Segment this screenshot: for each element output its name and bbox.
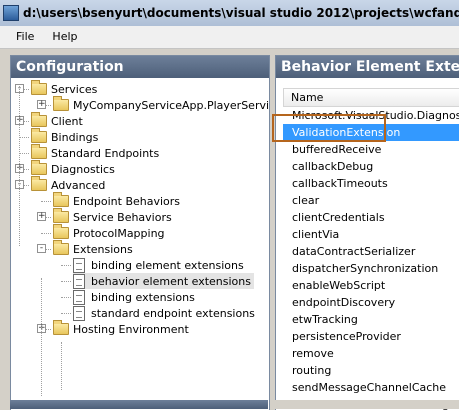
tree-connector	[41, 201, 51, 202]
tree-node-label: Endpoint Behaviors	[73, 194, 181, 208]
folder-icon	[53, 208, 69, 223]
tree-guide-line	[61, 342, 62, 390]
tree-node-label: Advanced	[51, 178, 106, 192]
folder-icon	[31, 112, 47, 127]
folder-icon	[53, 224, 69, 239]
document-icon	[73, 289, 85, 305]
document-icon	[73, 305, 85, 321]
tree-node-label: Hosting Environment	[73, 322, 189, 336]
tree-node[interactable]: + Service Behaviors	[11, 208, 267, 225]
tree-node[interactable]: binding extensions	[11, 289, 267, 305]
menu-file[interactable]: File	[0, 26, 43, 48]
extension-list-item[interactable]: bufferedReceive	[283, 141, 459, 158]
extension-list-item[interactable]: endpointDiscovery	[283, 294, 459, 311]
folder-icon	[31, 80, 47, 95]
tree-node-label: Client	[51, 114, 83, 128]
extension-list-item[interactable]: clientCredentials	[283, 209, 459, 226]
tree-node-label: MyCompanyServiceApp.PlayerService	[73, 98, 269, 112]
menu-help[interactable]: Help	[43, 26, 86, 48]
configuration-tree[interactable]: - Services + MyCompanyServiceApp.PlayerServ…	[11, 78, 269, 398]
tasks-panel-header-edge	[10, 400, 268, 409]
extension-list-item[interactable]: enableWebScript	[283, 277, 459, 294]
tree-node-label: Service Behaviors	[73, 210, 172, 224]
extension-list-item[interactable]: clear	[283, 192, 459, 209]
extension-list-item[interactable]: clientVia	[283, 226, 459, 243]
tree-node[interactable]: behavior element extensions	[11, 273, 267, 289]
extensions-header: Behavior Element Extens	[276, 56, 459, 78]
tree-node[interactable]: Bindings	[11, 128, 267, 145]
tree-node-label: standard endpoint extensions	[91, 306, 255, 320]
tree-node-label: Extensions	[73, 242, 133, 256]
folder-icon	[31, 128, 47, 143]
document-icon	[73, 257, 85, 273]
folder-icon	[31, 144, 47, 159]
tree-connector	[61, 265, 71, 266]
tree-guide-line	[41, 278, 42, 396]
expand-icon[interactable]: +	[37, 100, 46, 109]
tree-node-label: Bindings	[51, 130, 99, 144]
right-panel-bottom-edge	[275, 400, 459, 409]
tree-node-label: binding extensions	[91, 290, 195, 304]
folder-icon	[53, 96, 69, 111]
tree-node-label: ProtocolMapping	[73, 226, 165, 240]
extension-list-item[interactable]: callbackTimeouts	[283, 175, 459, 192]
extension-list-item[interactable]: dataContractSerializer	[283, 243, 459, 260]
tree-connector	[61, 313, 71, 314]
window-title-bar: d:\users\bsenyurt\documents\visual studi…	[0, 0, 459, 27]
tree-node-label: binding element extensions	[91, 258, 244, 272]
tree-node[interactable]: + Diagnostics	[11, 160, 267, 177]
expand-icon[interactable]: +	[37, 212, 46, 221]
tree-node[interactable]: standard endpoint extensions	[11, 305, 267, 321]
tree-node-label: Diagnostics	[51, 162, 115, 176]
extension-list-item[interactable]: sendMessageChannelCache	[283, 379, 459, 396]
tree-node[interactable]: + Hosting Environment	[11, 320, 267, 337]
tree-connector	[61, 297, 71, 298]
folder-icon	[31, 176, 47, 191]
tree-node[interactable]: - Advanced	[11, 176, 267, 193]
tree-node[interactable]: Standard Endpoints	[11, 144, 267, 161]
tree-connector	[19, 137, 29, 138]
folder-icon	[53, 240, 69, 255]
tree-node[interactable]: + MyCompanyServiceApp.PlayerService	[11, 96, 269, 113]
tree-node-label: Standard Endpoints	[51, 146, 160, 160]
tree-guide-line	[19, 86, 20, 246]
tree-node-label: Services	[51, 82, 98, 96]
extension-list-item[interactable]: persistenceProvider	[283, 328, 459, 345]
app-icon	[3, 5, 19, 21]
extensions-panel: Behavior Element Extens Name Microsoft.V…	[275, 55, 459, 410]
window-title: d:\users\bsenyurt\documents\visual studi…	[23, 6, 459, 20]
tree-node[interactable]: - Extensions	[11, 240, 267, 257]
tree-connector	[61, 281, 71, 282]
folder-icon	[53, 192, 69, 207]
folder-icon	[31, 160, 47, 175]
tree-node[interactable]: ProtocolMapping	[11, 224, 267, 241]
extensions-list[interactable]: Name Microsoft.VisualStudio.Diagnostics.…	[276, 88, 459, 410]
extension-list-item[interactable]: dispatcherSynchronization	[283, 260, 459, 277]
tree-connector	[19, 153, 29, 154]
extension-list-item[interactable]: Microsoft.VisualStudio.Diagnostics.Se	[283, 107, 459, 124]
extension-list-item[interactable]: ValidationExtension	[283, 124, 459, 141]
collapse-icon[interactable]: -	[37, 244, 46, 253]
extension-list-item[interactable]: etwTracking	[283, 311, 459, 328]
menu-bar: File Help	[0, 26, 459, 49]
extension-list-item[interactable]: callbackDebug	[283, 158, 459, 175]
extension-list-item[interactable]: remove	[283, 345, 459, 362]
document-icon	[73, 273, 85, 289]
tree-node[interactable]: binding element extensions	[11, 257, 267, 273]
name-column-header[interactable]: Name	[283, 88, 459, 107]
tree-node-label: behavior element extensions	[91, 274, 251, 288]
tree-node[interactable]: Endpoint Behaviors	[11, 192, 267, 209]
tree-connector	[41, 233, 51, 234]
tree-node[interactable]: + Client	[11, 112, 267, 129]
extension-list-item[interactable]: routing	[283, 362, 459, 379]
configuration-panel: Configuration - Services + MyCompanyService…	[10, 55, 270, 410]
configuration-header: Configuration	[11, 56, 269, 78]
tree-node[interactable]: - Services	[11, 80, 267, 97]
folder-icon	[53, 320, 69, 335]
